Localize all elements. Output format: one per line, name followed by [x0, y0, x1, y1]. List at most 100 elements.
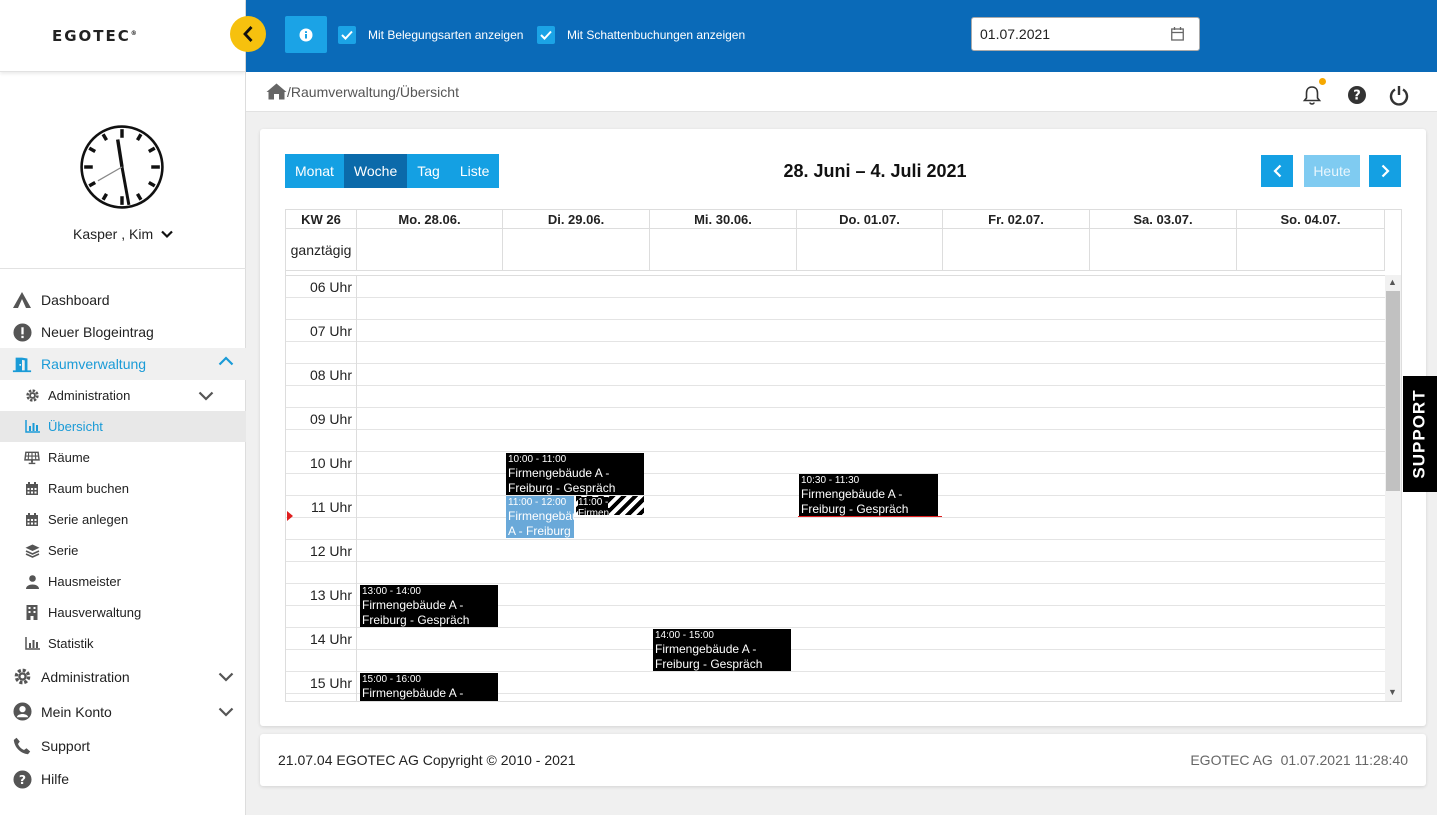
booking-event[interactable]: 13:00 - 14:00 Firmengebäude A - Freiburg… [360, 585, 498, 627]
sidebar-item-label: Hilfe [41, 771, 70, 787]
day-header[interactable]: Sa. 03.07. [1090, 210, 1237, 228]
sidebar-item-hilfe[interactable]: ? Hilfe [0, 763, 246, 795]
chevron-left-icon [1272, 164, 1281, 178]
sidebar-sub-raum-buchen[interactable]: Raum buchen [0, 473, 246, 504]
help-icon[interactable]: ? [1346, 84, 1368, 106]
day-header[interactable]: Mo. 28.06. [357, 210, 503, 228]
bell-icon[interactable] [1301, 84, 1323, 106]
sidebar-sub-administration[interactable]: Administration [0, 380, 246, 411]
booking-event[interactable]: 10:30 - 11:30 Firmengebäude A - Freiburg… [799, 474, 938, 516]
time-slot [286, 342, 1385, 364]
prev-week-button[interactable] [1261, 155, 1293, 187]
allday-label: ganztägig [286, 229, 357, 271]
hour-label: 13 Uhr [309, 587, 352, 603]
event-time: 15:00 - 16:00 [362, 674, 421, 685]
allday-cell[interactable] [797, 229, 943, 271]
sidebar-sub-raeume[interactable]: Räume [0, 442, 246, 473]
allday-cell[interactable] [357, 229, 503, 271]
svg-text:?: ? [18, 772, 25, 786]
booking-event[interactable]: 10:00 - 11:00 Firmengebäude A - Freiburg… [506, 453, 644, 495]
next-week-button[interactable] [1369, 155, 1401, 187]
sidebar-sub-statistik[interactable]: Statistik [0, 628, 246, 659]
scroll-up-icon[interactable]: ▲ [1388, 277, 1397, 287]
event-time: 13:00 - 14:00 [362, 586, 421, 597]
info-button[interactable] [285, 16, 327, 53]
calendar-icon[interactable] [1171, 27, 1184, 41]
shadow-booking-event[interactable]: 11:00 - Firmen [576, 496, 644, 515]
event-time: 14:00 - 15:00 [655, 630, 714, 641]
checkmark-icon [341, 30, 353, 40]
today-button[interactable]: Heute [1304, 155, 1360, 187]
support-tab[interactable]: SUPPORT [1403, 376, 1437, 492]
power-icon[interactable] [1388, 84, 1410, 106]
chevron-right-icon [1381, 164, 1390, 178]
time-slot: 06 Uhr [286, 276, 1385, 298]
sidebar-item-blog[interactable]: Neuer Blogeintrag [0, 316, 246, 348]
sidebar-item-label: Neuer Blogeintrag [41, 324, 154, 340]
event-time: 11:00 - 12:00 [508, 497, 567, 508]
sidebar-item-administration[interactable]: Administration [0, 659, 246, 694]
sidebar-item-mein-konto[interactable]: Mein Konto [0, 694, 246, 729]
gear-icon [12, 667, 32, 687]
sidebar-item-label: Übersicht [48, 419, 103, 434]
booking-event[interactable]: 15:00 - 16:00 Firmengebäude A - [360, 673, 498, 701]
allday-row: ganztägig [286, 228, 1385, 271]
allday-cell[interactable] [650, 229, 797, 271]
sidebar-item-label: Administration [41, 668, 130, 685]
sidebar-sub-uebersicht[interactable]: Übersicht [0, 411, 246, 442]
collapse-sidebar-button[interactable] [230, 16, 266, 52]
scroll-down-icon[interactable]: ▼ [1388, 687, 1397, 697]
logo[interactable]: EGOTEC® [52, 27, 139, 45]
sidebar-sub-serie-anlegen[interactable]: Serie anlegen [0, 504, 246, 535]
home-icon[interactable] [266, 83, 287, 100]
scrollbar-thumb[interactable] [1386, 291, 1400, 491]
day-header[interactable]: So. 04.07. [1237, 210, 1385, 228]
sidebar-item-label: Hausmeister [48, 574, 121, 589]
time-slot: 10 Uhr [286, 452, 1385, 474]
question-circle-icon: ? [12, 769, 32, 789]
time-grid[interactable]: 06 Uhr 07 Uhr 08 Uhr 09 Uhr 10 Uhr 11 Uh… [286, 275, 1385, 701]
user-name: Kasper , Kim [72, 226, 154, 242]
sidebar-item-label: Statistik [48, 636, 94, 651]
checkmark-icon [540, 30, 552, 40]
allday-cell[interactable] [1237, 229, 1385, 271]
info-icon [299, 28, 313, 41]
week-number: KW 26 [286, 210, 357, 228]
calendar-icon [24, 481, 40, 497]
belegungsarten-label[interactable]: Mit Belegungsarten anzeigen [368, 28, 523, 42]
sidebar-sub-hausmeister[interactable]: Hausmeister [0, 566, 246, 597]
sidebar-item-dashboard[interactable]: Dashboard [0, 284, 246, 316]
day-header[interactable]: Fr. 02.07. [943, 210, 1090, 228]
user-menu[interactable]: Kasper , Kim [0, 226, 246, 242]
hour-label: 14 Uhr [309, 631, 352, 647]
belegungsarten-checkbox[interactable] [338, 26, 356, 44]
time-slot: 12 Uhr [286, 540, 1385, 562]
support-tab-label: SUPPORT [1410, 389, 1429, 479]
schattenbuchungen-label[interactable]: Mit Schattenbuchungen anzeigen [567, 28, 745, 42]
sidebar-item-raumverwaltung[interactable]: Raumverwaltung [0, 348, 246, 380]
date-input[interactable]: 01.07.2021 [971, 17, 1200, 51]
allday-cell[interactable] [943, 229, 1090, 271]
schattenbuchungen-checkbox[interactable] [537, 26, 555, 44]
breadcrumb-path[interactable]: /Raumverwaltung/Übersicht [287, 84, 459, 100]
booking-event[interactable]: 11:00 - 12:00 Firmengebäude A - Freiburg [506, 496, 574, 538]
date-value: 01.07.2021 [980, 26, 1051, 42]
breadcrumb-bar: /Raumverwaltung/Übersicht ? [246, 72, 1437, 112]
sidebar-sub-hausverwaltung[interactable]: Hausverwaltung [0, 597, 246, 628]
allday-cell[interactable] [1090, 229, 1237, 271]
time-slot [286, 298, 1385, 320]
allday-cell[interactable] [503, 229, 650, 271]
notification-badge [1319, 78, 1326, 85]
phone-icon [12, 736, 32, 756]
sidebar-sub-serie[interactable]: Serie [0, 535, 246, 566]
time-slot [286, 518, 1385, 540]
day-header[interactable]: Mi. 30.06. [650, 210, 797, 228]
sidebar-item-label: Administration [48, 388, 131, 403]
day-header[interactable]: Di. 29.06. [503, 210, 650, 228]
booking-event[interactable]: 14:00 - 15:00 Firmengebäude A - Freiburg… [653, 629, 791, 671]
time-grid-scrollbar[interactable]: ▲ ▼ [1385, 275, 1401, 701]
day-header[interactable]: Do. 01.07. [797, 210, 943, 228]
sidebar-item-support[interactable]: Support [0, 729, 246, 763]
svg-text:?: ? [1353, 89, 1361, 104]
topbar: Mit Belegungsarten anzeigen Mit Schatten… [246, 0, 1437, 72]
